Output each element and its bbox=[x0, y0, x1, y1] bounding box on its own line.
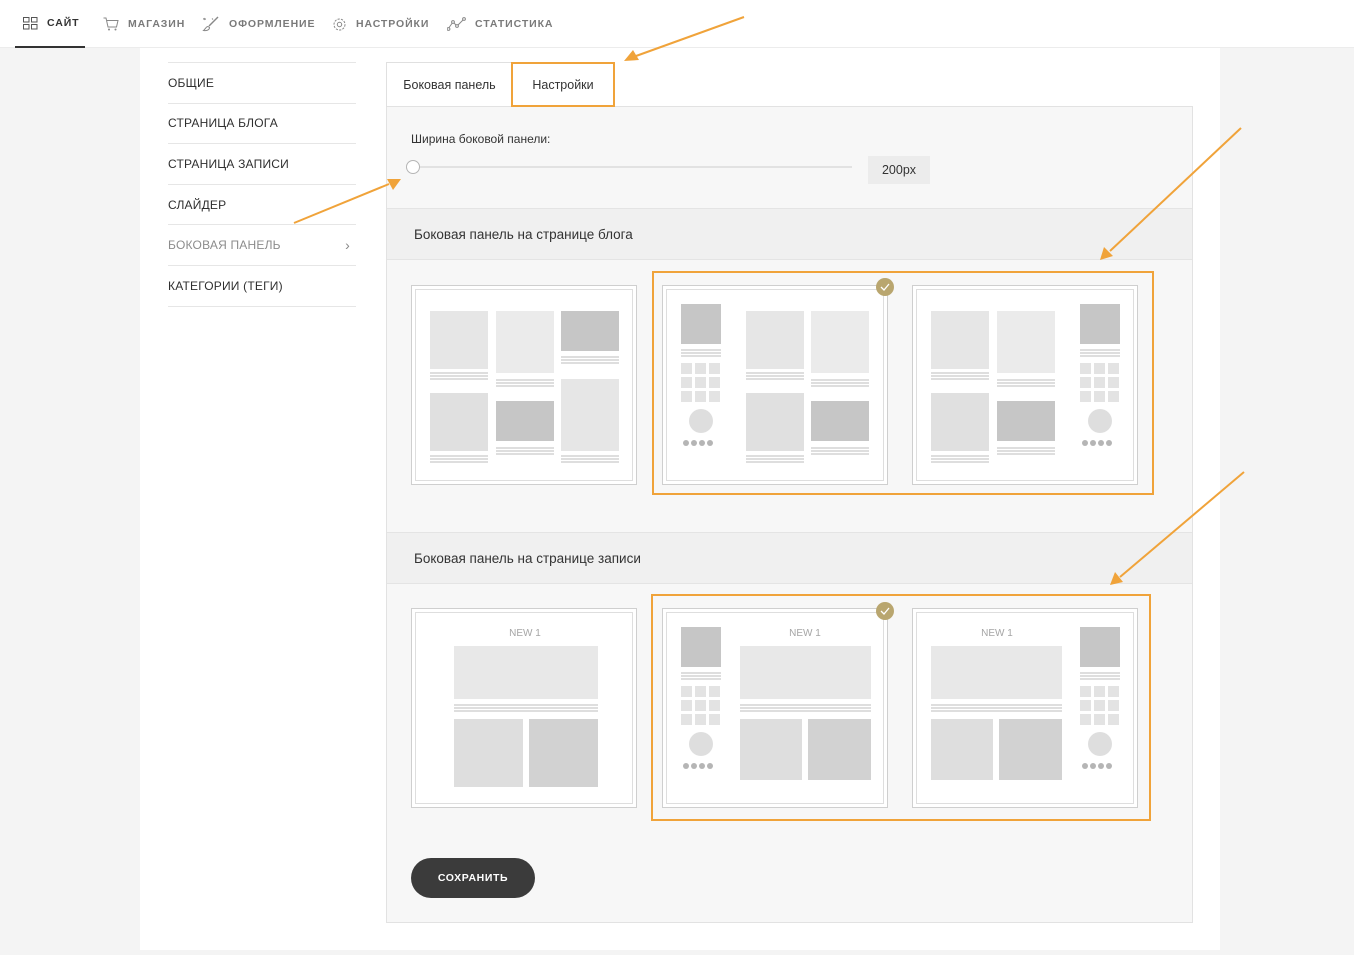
arrow-to-slider bbox=[293, 183, 390, 224]
arrow-to-settings-tab bbox=[635, 16, 745, 57]
arrow-to-post-options bbox=[1119, 471, 1245, 578]
arrow-to-blog-options bbox=[1109, 127, 1242, 252]
annotation-arrows bbox=[293, 16, 1245, 585]
